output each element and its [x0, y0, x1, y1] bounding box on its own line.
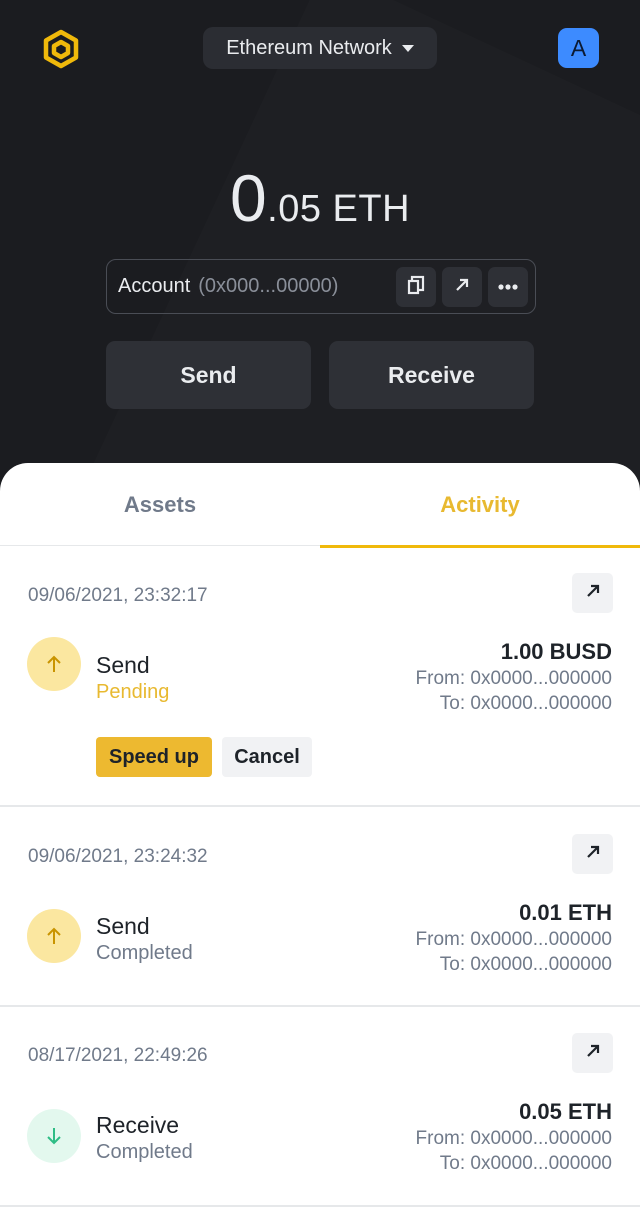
transaction-type: Send: [96, 652, 150, 678]
cancel-button[interactable]: Cancel: [222, 737, 312, 777]
speed-up-button[interactable]: Speed up: [96, 737, 212, 777]
network-label: Ethereum Network: [226, 36, 392, 59]
transaction-time: 09/06/2021, 23:32:17: [28, 585, 208, 606]
transaction-to: To: 0x0000...000000: [439, 693, 612, 714]
copy-address-button[interactable]: [396, 267, 436, 307]
transaction-item[interactable]: 09/06/2021, 23:32:17 Send Pending 1.00 B…: [0, 547, 640, 805]
account-label: Account: [118, 275, 191, 297]
view-transaction-button[interactable]: [572, 1033, 613, 1073]
account-address: (0x000...00000): [198, 275, 339, 297]
view-transaction-button[interactable]: [572, 834, 613, 874]
view-transaction-button[interactable]: [572, 573, 613, 613]
external-link-icon: [585, 583, 601, 604]
wallet-header-panel: Ethereum Network A 0.05 ETH Account (0x0…: [0, 0, 640, 500]
tab-assets[interactable]: Assets: [0, 463, 320, 546]
balance-display: 0.05 ETH: [0, 160, 640, 236]
activity-sheet: Assets Activity 09/06/2021, 23:32:17 Sen…: [0, 463, 640, 1208]
balance-integer: 0: [229, 161, 268, 235]
send-arrow-icon: [27, 909, 81, 963]
caret-down-icon: [401, 44, 414, 52]
account-avatar[interactable]: A: [558, 28, 599, 68]
receive-button[interactable]: Receive: [329, 341, 534, 409]
transaction-status: Completed: [96, 942, 193, 964]
transaction-type: Receive: [96, 1112, 180, 1138]
external-link-icon: [453, 276, 471, 299]
balance-fraction: .05 ETH: [267, 188, 411, 230]
transaction-item[interactable]: 08/17/2021, 22:49:26 Receive Completed 0…: [0, 1007, 640, 1205]
transaction-amount: 0.01 ETH: [519, 900, 612, 925]
transaction-status: Completed: [96, 1141, 193, 1163]
send-button[interactable]: Send: [106, 341, 311, 409]
transaction-to: To: 0x0000...000000: [439, 954, 612, 975]
transaction-amount: 0.05 ETH: [519, 1099, 612, 1124]
send-arrow-icon: [27, 637, 81, 691]
transaction-time: 09/06/2021, 23:24:32: [28, 846, 208, 867]
more-options-button[interactable]: [488, 267, 528, 307]
tab-bar: Assets Activity: [0, 463, 640, 548]
binance-logo-icon[interactable]: [40, 28, 82, 70]
transaction-status: Pending: [96, 681, 170, 703]
account-bar: Account (0x000...00000): [106, 259, 536, 314]
copy-icon: [406, 275, 426, 300]
external-link-icon: [585, 1043, 601, 1064]
transaction-to: To: 0x0000...000000: [439, 1153, 612, 1174]
tab-activity[interactable]: Activity: [320, 463, 640, 548]
divider: [0, 1205, 640, 1207]
more-icon: [497, 278, 519, 296]
transaction-time: 08/17/2021, 22:49:26: [28, 1045, 208, 1066]
receive-arrow-icon: [27, 1109, 81, 1163]
transaction-item[interactable]: 09/06/2021, 23:24:32 Send Completed 0.01…: [0, 807, 640, 1005]
external-link-icon: [585, 844, 601, 865]
transaction-from: From: 0x0000...000000: [415, 1128, 612, 1149]
transaction-amount: 1.00 BUSD: [500, 639, 612, 664]
transaction-from: From: 0x0000...000000: [415, 929, 612, 950]
transaction-type: Send: [96, 913, 150, 939]
network-selector[interactable]: Ethereum Network: [203, 27, 437, 69]
transaction-from: From: 0x0000...000000: [415, 668, 612, 689]
view-on-explorer-button[interactable]: [442, 267, 482, 307]
